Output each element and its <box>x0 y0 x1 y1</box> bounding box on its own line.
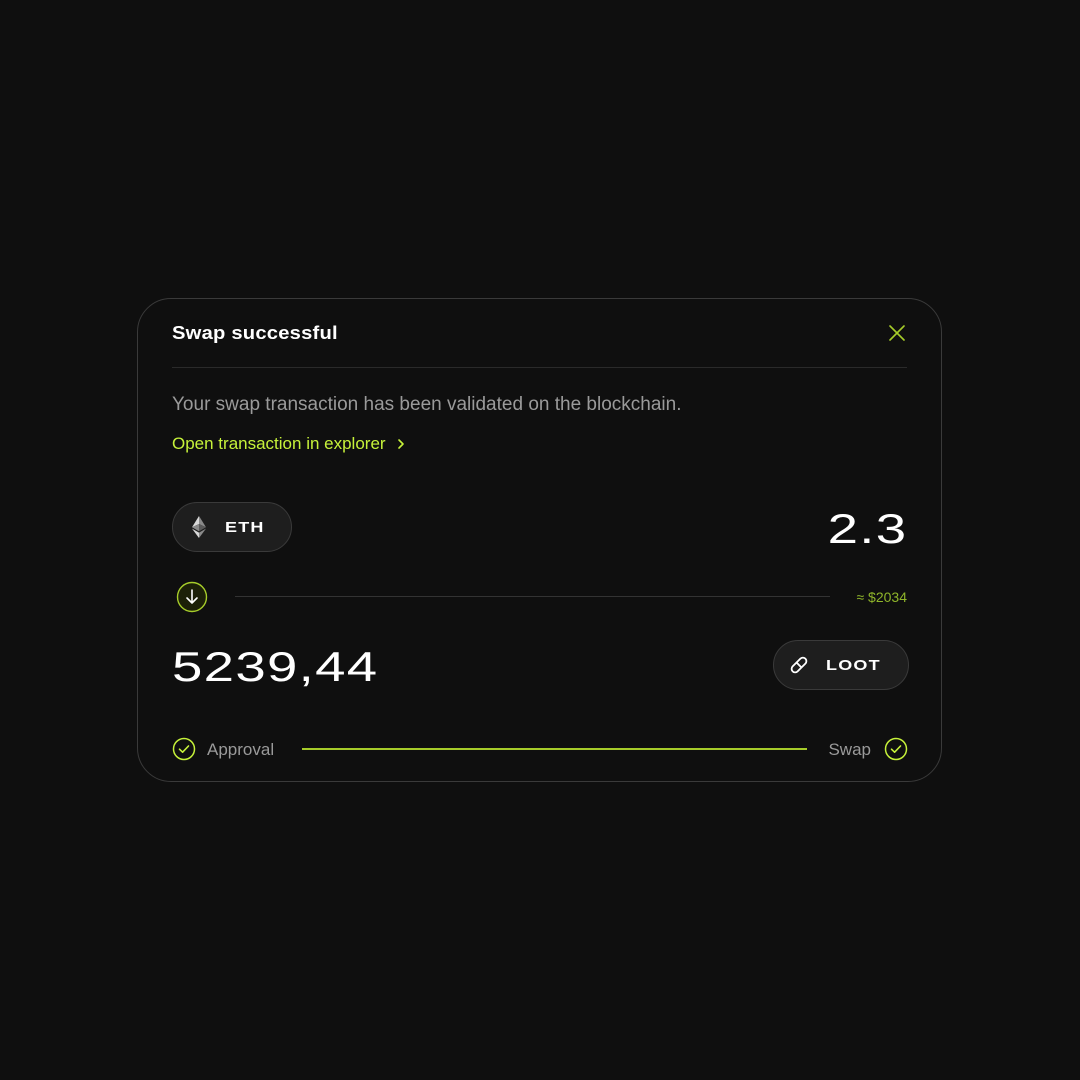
rate-divider <box>235 596 830 597</box>
swap-success-modal: Swap successful Your swap transaction ha… <box>137 298 942 782</box>
check-circle-icon <box>172 737 196 761</box>
from-amount: 2.3 <box>827 505 907 552</box>
step-approval-label: Approval <box>207 740 275 759</box>
open-explorer-link[interactable]: Open transaction in explorer <box>172 433 406 455</box>
loot-link-icon <box>790 656 808 674</box>
to-token-selector[interactable]: LOOT <box>773 640 909 690</box>
to-token-symbol: LOOT <box>826 656 881 674</box>
step-swap-label: Swap <box>828 740 871 759</box>
to-amount: 5239,44 <box>172 643 379 690</box>
explorer-link-label: Open transaction in explorer <box>172 434 386 453</box>
from-token-selector[interactable]: ETH <box>172 502 292 552</box>
modal-title: Swap successful <box>172 323 338 343</box>
header-divider <box>172 367 907 368</box>
chevron-right-icon <box>397 439 404 449</box>
from-token-symbol: ETH <box>225 518 265 536</box>
progress-line <box>302 748 807 750</box>
close-icon[interactable] <box>886 322 908 344</box>
usd-estimate: ≈ $2034 <box>856 589 907 605</box>
arrow-down-icon <box>176 581 208 613</box>
success-message: Your swap transaction has been validated… <box>172 394 682 415</box>
ethereum-icon <box>192 516 206 538</box>
check-circle-icon <box>884 737 908 761</box>
